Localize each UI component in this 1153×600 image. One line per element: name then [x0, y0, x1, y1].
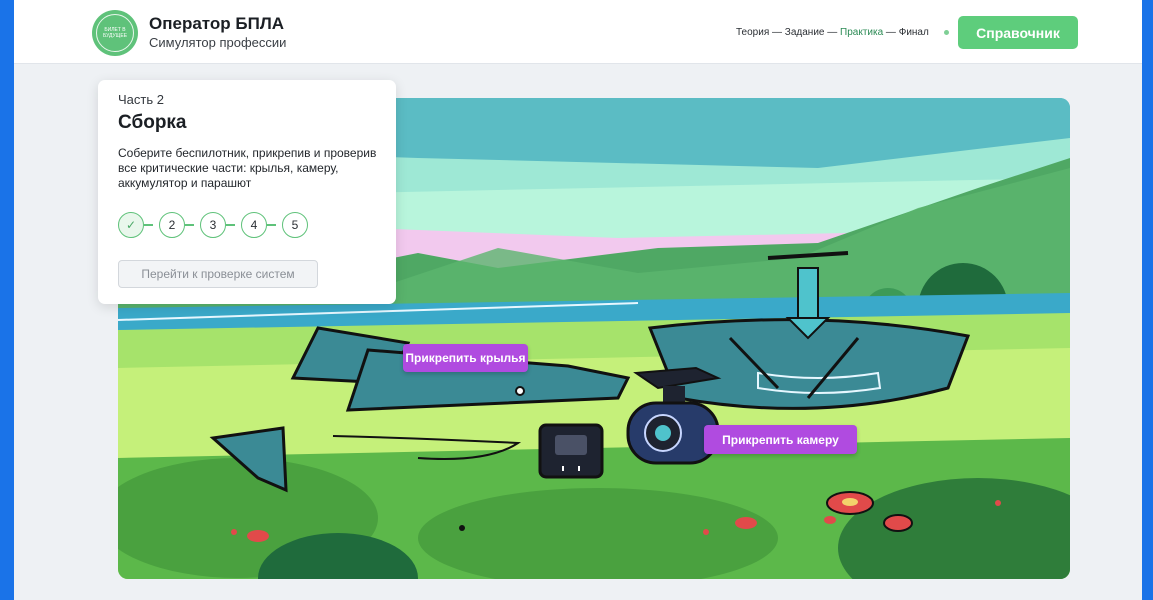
- nav-task: Задание: [784, 27, 825, 38]
- attach-wings-button[interactable]: Прикрепить крылья: [403, 344, 528, 372]
- step-connector: [267, 224, 276, 226]
- step-2: 2: [159, 212, 185, 238]
- nav-practice: Практика: [840, 27, 884, 38]
- step-connector: [226, 224, 235, 226]
- part-label: Часть 2: [118, 92, 164, 107]
- logo[interactable]: БИЛЕТ В БУДУЩЕЕ: [92, 10, 138, 56]
- nav-final: Финал: [898, 27, 929, 38]
- step-connector: [144, 224, 153, 226]
- card-heading: Сборка: [118, 112, 187, 133]
- logo-text: БИЛЕТ В БУДУЩЕЕ: [96, 14, 134, 52]
- nav-theory: Теория: [736, 27, 770, 38]
- go-to-systems-check-button[interactable]: Перейти к проверке систем: [118, 260, 318, 288]
- attach-camera-button[interactable]: Прикрепить камеру: [704, 425, 857, 454]
- task-card: Часть 2 Сборка Соберите беспилотник, при…: [98, 80, 396, 304]
- app-title: Оператор БПЛА: [149, 14, 285, 33]
- app-frame: БИЛЕТ В БУДУЩЕЕ Оператор БПЛА Симулятор …: [14, 0, 1142, 600]
- step-1-check-icon: ✓: [118, 212, 144, 238]
- nav-indicator-dot: [944, 30, 949, 35]
- reference-button[interactable]: Справочник: [958, 16, 1078, 49]
- step-progress: ✓ 2 3 4 5: [118, 212, 318, 238]
- step-4: 4: [241, 212, 267, 238]
- header: БИЛЕТ В БУДУЩЕЕ Оператор БПЛА Симулятор …: [14, 0, 1142, 64]
- app-subtitle: Симулятор профессии: [149, 35, 287, 50]
- card-description: Соберите беспилотник, прикрепив и провер…: [118, 146, 377, 190]
- step-3: 3: [200, 212, 226, 238]
- step-5: 5: [282, 212, 308, 238]
- progress-nav: Теория — Задание — Практика — Финал: [736, 27, 929, 38]
- step-connector: [185, 224, 194, 226]
